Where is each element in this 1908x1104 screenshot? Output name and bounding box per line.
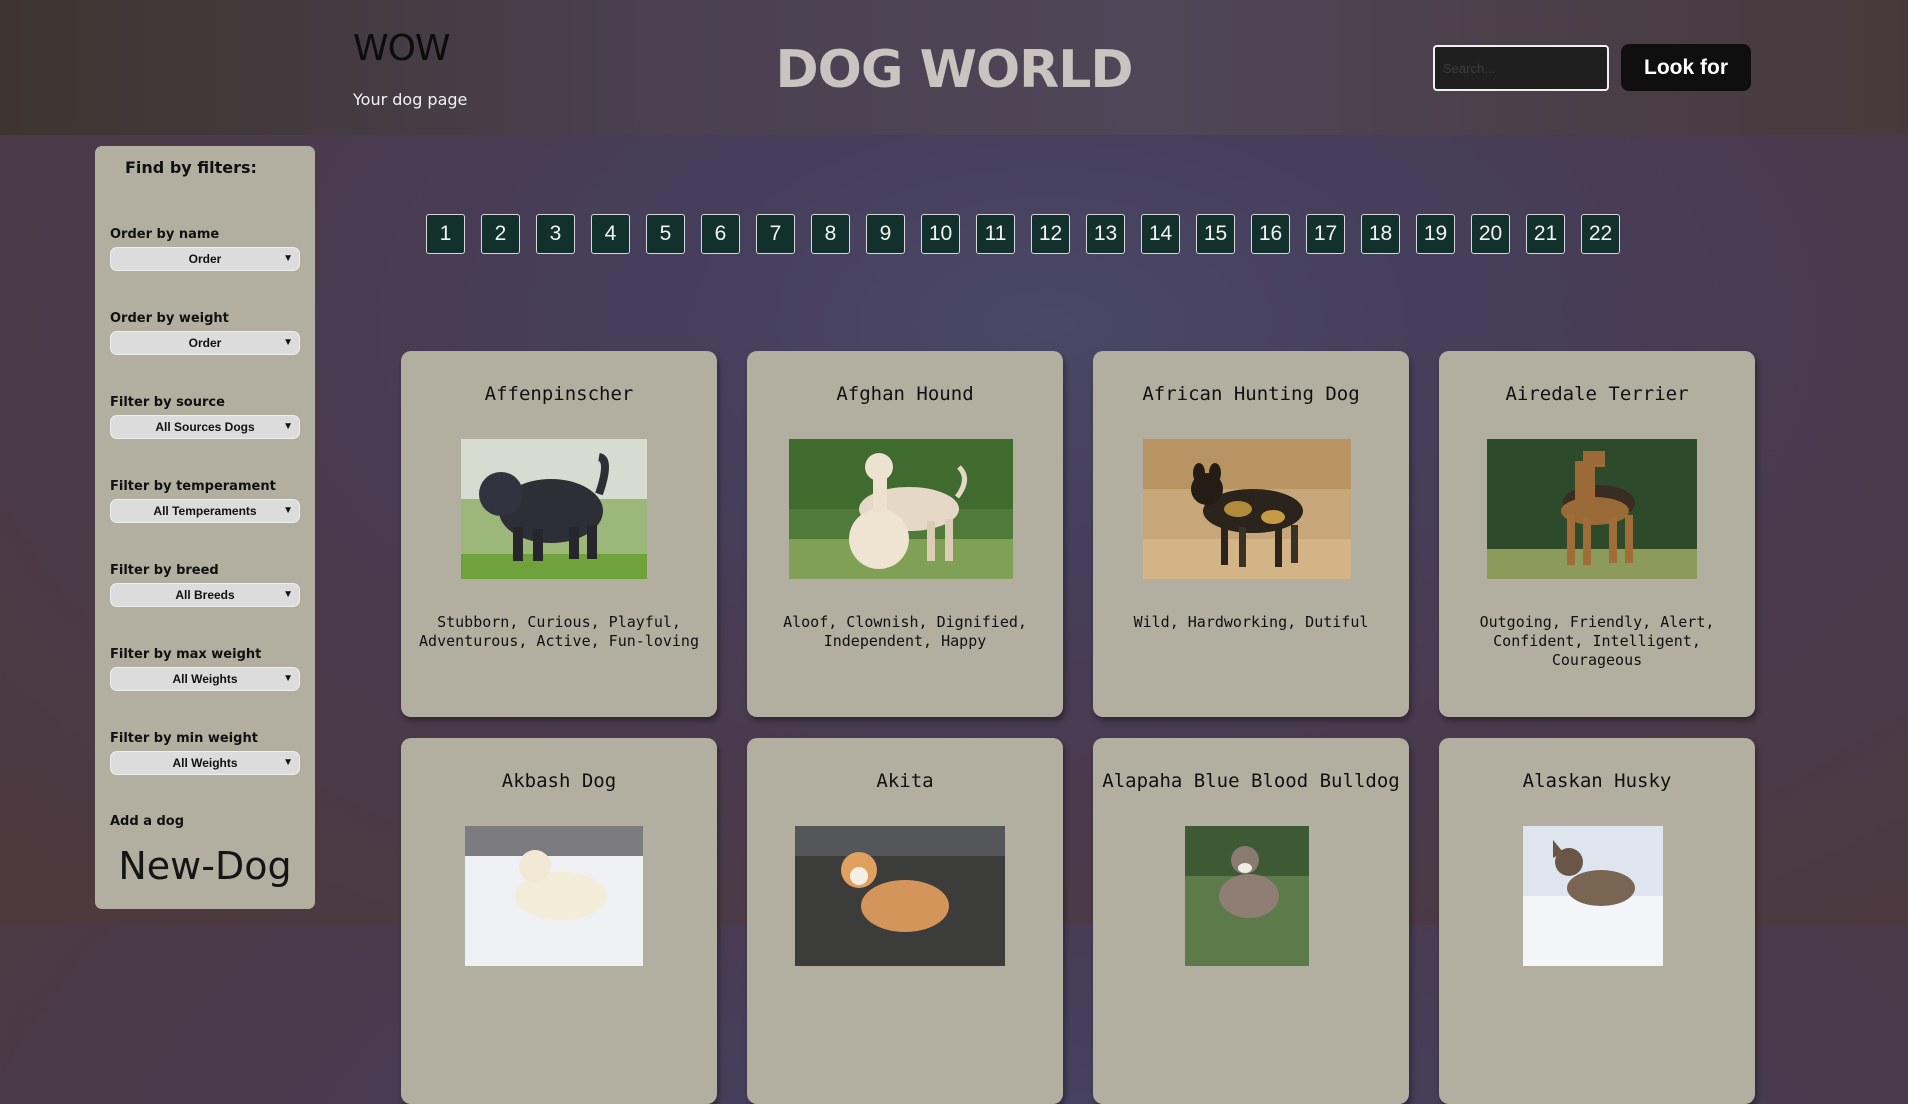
page-button-11[interactable]: 11 [976, 214, 1015, 254]
filter-by-breed-select[interactable]: All Breeds ▼ [110, 583, 300, 607]
dog-temperament: Aloof, Clownish, Dignified, Independent,… [783, 613, 1027, 650]
dog-card[interactable]: Affenpinscher Stubborn, Curious, Playful… [401, 351, 717, 717]
filter-sidebar: Find by filters: Order by name Order ▼ Or… [95, 146, 315, 909]
dog-card[interactable]: Alaskan Husky [1439, 738, 1755, 1104]
page-button-2[interactable]: 2 [481, 214, 520, 254]
dog-name: African Hunting Dog [1142, 383, 1360, 405]
page-button-20[interactable]: 20 [1471, 214, 1510, 254]
dog-name: Alapaha Blue Blood Bulldog [1102, 770, 1400, 792]
filter-by-min-weight-label: Filter by min weight [110, 731, 258, 746]
dog-card[interactable]: African Hunting Dog Wild, Hardworking, D… [1093, 351, 1409, 717]
order-by-weight-label: Order by weight [110, 311, 229, 326]
dog-name: Akbash Dog [501, 770, 617, 792]
chevron-down-icon: ▼ [283, 589, 293, 600]
dog-card[interactable]: Airedale Terrier Outgoing, Friendly, Ale… [1439, 351, 1755, 717]
filter-by-source-select[interactable]: All Sources Dogs ▼ [110, 415, 300, 439]
dog-name: Affenpinscher [484, 383, 634, 405]
chevron-down-icon: ▼ [283, 673, 293, 684]
add-dog-label: Add a dog [110, 814, 185, 829]
dog-card[interactable]: Akbash Dog [401, 738, 717, 1104]
dog-photo [461, 439, 647, 579]
page-button-10[interactable]: 10 [921, 214, 960, 254]
page-button-18[interactable]: 18 [1361, 214, 1400, 254]
dog-card[interactable]: Alapaha Blue Blood Bulldog [1093, 738, 1409, 1104]
dog-photo [1487, 439, 1697, 579]
search-input[interactable] [1433, 45, 1609, 91]
dog-photo [1185, 826, 1309, 966]
chevron-down-icon: ▼ [283, 421, 293, 432]
page-button-16[interactable]: 16 [1251, 214, 1290, 254]
filter-by-breed-label: Filter by breed [110, 563, 219, 578]
chevron-down-icon: ▼ [283, 757, 293, 768]
page-button-3[interactable]: 3 [536, 214, 575, 254]
filter-by-max-weight-label: Filter by max weight [110, 647, 262, 662]
filter-by-temperament-select[interactable]: All Temperaments ▼ [110, 499, 300, 523]
dog-photo [1523, 826, 1663, 966]
page-button-12[interactable]: 12 [1031, 214, 1070, 254]
page-button-1[interactable]: 1 [426, 214, 465, 254]
page-button-22[interactable]: 22 [1581, 214, 1620, 254]
dog-photo [789, 439, 1013, 579]
dog-name: Afghan Hound [836, 383, 974, 405]
chevron-down-icon: ▼ [283, 253, 293, 264]
dog-temperament: Outgoing, Friendly, Alert, Confident, In… [1479, 613, 1715, 669]
filter-by-min-weight-select[interactable]: All Weights ▼ [110, 751, 300, 775]
order-by-weight-select[interactable]: Order ▼ [110, 331, 300, 355]
order-by-name-label: Order by name [110, 227, 220, 242]
page-button-14[interactable]: 14 [1141, 214, 1180, 254]
dog-card[interactable]: Akita [747, 738, 1063, 1104]
site-header: WOW Your dog page DOG WORLD Look for [0, 0, 1908, 135]
dog-card[interactable]: Afghan Hound Aloof, Clownish, Dignified,… [747, 351, 1063, 717]
dog-name: Akita [876, 770, 934, 792]
page-button-9[interactable]: 9 [866, 214, 905, 254]
page-button-21[interactable]: 21 [1526, 214, 1565, 254]
page-button-17[interactable]: 17 [1306, 214, 1345, 254]
filter-by-source-label: Filter by source [110, 395, 225, 410]
filter-by-max-weight-select[interactable]: All Weights ▼ [110, 667, 300, 691]
dog-temperament: Wild, Hardworking, Dutiful [1133, 613, 1369, 631]
page-button-4[interactable]: 4 [591, 214, 630, 254]
dog-name: Airedale Terrier [1505, 383, 1689, 405]
filter-by-source-value: All Sources Dogs [155, 420, 255, 434]
dog-photo [465, 826, 643, 966]
order-by-name-value: Order [188, 252, 222, 266]
chevron-down-icon: ▼ [283, 337, 293, 348]
page-button-15[interactable]: 15 [1196, 214, 1235, 254]
dog-temperament: Stubborn, Curious, Playful, Adventurous,… [419, 613, 699, 650]
order-by-weight-value: Order [188, 336, 222, 350]
page-button-7[interactable]: 7 [756, 214, 795, 254]
filter-by-temperament-value: All Temperaments [153, 504, 257, 518]
order-by-name-select[interactable]: Order ▼ [110, 247, 300, 271]
filter-by-min-weight-value: All Weights [172, 756, 238, 770]
page-button-5[interactable]: 5 [646, 214, 685, 254]
page-button-19[interactable]: 19 [1416, 214, 1455, 254]
sidebar-title: Find by filters: [125, 158, 257, 177]
dog-name: Alaskan Husky [1522, 770, 1672, 792]
search-button[interactable]: Look for [1621, 44, 1751, 91]
page-button-6[interactable]: 6 [701, 214, 740, 254]
dog-photo [795, 826, 1005, 966]
new-dog-link[interactable]: New-Dog [95, 844, 315, 888]
chevron-down-icon: ▼ [283, 505, 293, 516]
filter-by-temperament-label: Filter by temperament [110, 479, 276, 494]
page-button-13[interactable]: 13 [1086, 214, 1125, 254]
filter-by-breed-value: All Breeds [175, 588, 235, 602]
dog-photo [1143, 439, 1351, 579]
page-button-8[interactable]: 8 [811, 214, 850, 254]
filter-by-max-weight-value: All Weights [172, 672, 238, 686]
